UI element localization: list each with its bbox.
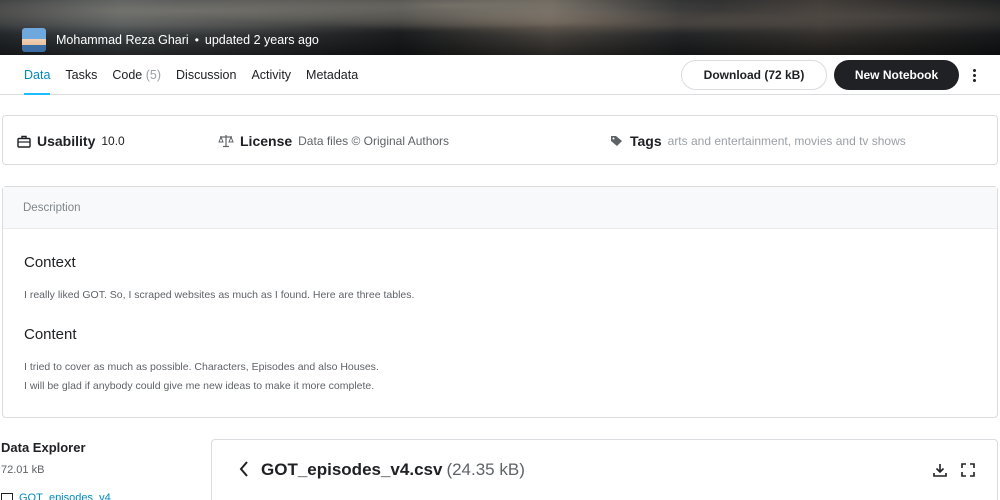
tab-tasks[interactable]: Tasks: [65, 55, 97, 95]
separator-dot: •: [194, 33, 199, 47]
download-icon[interactable]: [932, 462, 948, 483]
file-list-item[interactable]: GOT_episodes_v4: [1, 492, 111, 500]
author-row: Mohammad Reza Ghari • updated 2 years ag…: [22, 28, 319, 52]
dataset-meta-card: Usability 10.0 License Data files © Orig…: [2, 115, 998, 165]
tags-value[interactable]: arts and entertainment, movies and tv sh…: [668, 134, 906, 148]
dataset-hero-banner: Mohammad Reza Ghari • updated 2 years ag…: [0, 0, 1000, 55]
tab-discussion[interactable]: Discussion: [176, 55, 236, 95]
context-text: I really liked GOT. So, I scraped websit…: [24, 289, 415, 301]
scale-icon: [218, 134, 234, 148]
content-line-2: I will be glad if anybody could give me …: [24, 380, 375, 392]
tab-data[interactable]: Data: [24, 55, 51, 95]
file-size: (24.35 kB): [446, 460, 525, 479]
tags-item: Tags arts and entertainment, movies and …: [610, 116, 906, 166]
usability-label: Usability: [37, 133, 96, 149]
chevron-left-icon[interactable]: [238, 460, 250, 483]
content-heading: Content: [24, 326, 77, 343]
download-button[interactable]: Download (72 kB): [681, 60, 827, 90]
file-list-item-label: GOT_episodes_v4: [19, 492, 111, 500]
tag-icon: [610, 135, 624, 147]
file-name: GOT_episodes_v4.csv: [261, 460, 443, 479]
tab-code[interactable]: Code (5): [112, 55, 161, 95]
author-avatar[interactable]: [22, 28, 46, 52]
more-vertical-icon[interactable]: [966, 60, 982, 90]
license-value[interactable]: Data files © Original Authors: [298, 134, 449, 148]
author-name[interactable]: Mohammad Reza Ghari: [56, 33, 189, 47]
license-label: License: [240, 133, 293, 149]
description-header: Description: [3, 187, 997, 229]
usability-value: 10.0: [101, 134, 125, 148]
context-heading: Context: [24, 254, 76, 271]
fullscreen-icon[interactable]: [960, 462, 976, 483]
file-preview-title: GOT_episodes_v4.csv (24.35 kB): [261, 460, 525, 480]
usability-item: Usability 10.0: [17, 116, 125, 166]
description-card: Description Context I really liked GOT. …: [2, 186, 998, 418]
table-icon: [1, 493, 13, 500]
file-preview-panel: GOT_episodes_v4.csv (24.35 kB): [211, 439, 998, 500]
briefcase-icon: [17, 135, 31, 148]
content-line-1: I tried to cover as much as possible. Ch…: [24, 361, 379, 373]
data-explorer-title: Data Explorer: [1, 440, 86, 455]
code-count: (5): [145, 68, 162, 82]
updated-text: updated 2 years ago: [204, 33, 319, 47]
data-explorer-size: 72.01 kB: [1, 464, 45, 476]
tab-activity[interactable]: Activity: [251, 55, 291, 95]
license-item: License Data files © Original Authors: [218, 116, 449, 166]
tags-label: Tags: [630, 133, 662, 149]
tab-metadata[interactable]: Metadata: [306, 55, 358, 95]
new-notebook-button[interactable]: New Notebook: [834, 60, 959, 90]
